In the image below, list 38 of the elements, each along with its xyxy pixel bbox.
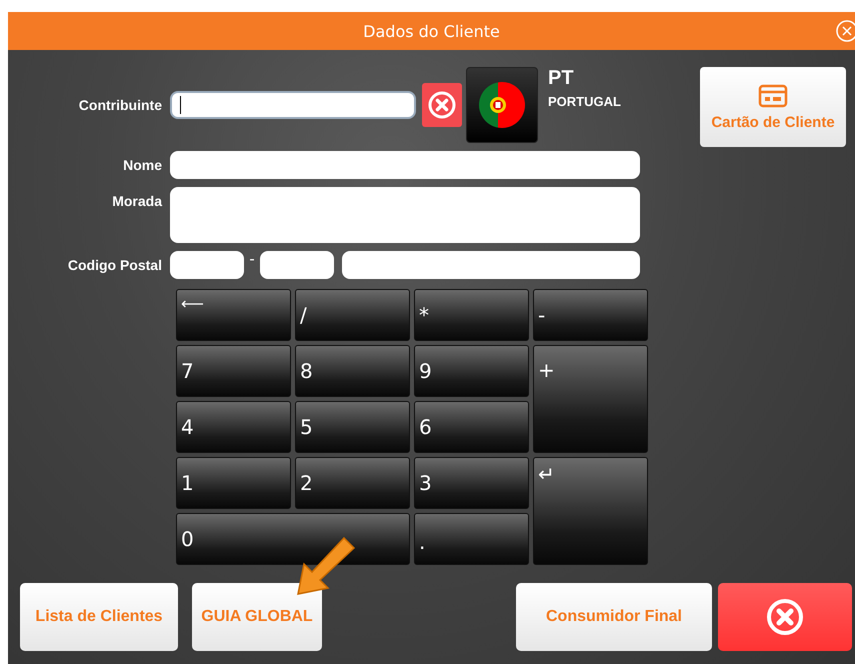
country-name: PORTUGAL [548,94,621,109]
field-label: Codigo Postal [66,256,163,273]
window-title: Dados do Cliente [363,22,500,40]
keypad-key[interactable]: 0 [176,513,410,565]
keypad-key[interactable]: 9 [414,345,529,397]
keypad-key[interactable]: 8 [295,345,410,397]
keypad-key[interactable]: 4 [176,401,291,453]
keypad-key[interactable]: 6 [414,401,529,453]
clear-icon [427,90,457,120]
field-label: Nome [122,156,163,173]
input-field[interactable] [170,151,640,179]
cancel-button[interactable] [718,583,852,651]
input-field[interactable] [342,251,640,279]
input-field[interactable] [260,251,334,279]
input-field[interactable] [170,251,244,279]
keypad-key[interactable]: + [533,345,648,453]
field-label: Morada [111,192,164,209]
close-icon [765,597,805,637]
input-field[interactable] [170,187,640,243]
country-code: PT [548,67,575,90]
keypad-key[interactable]: 7 [176,345,291,397]
close-icon[interactable] [835,19,855,43]
keypad-key[interactable]: ⟵ [176,289,291,341]
keypad-key[interactable]: 3 [414,457,529,509]
country-button[interactable] [466,67,538,143]
keypad-key[interactable]: - [533,289,648,341]
keypad-key[interactable]: * [414,289,529,341]
card-icon [758,84,788,108]
keypad-key[interactable]: 5 [295,401,410,453]
keypad-key[interactable]: 1 [176,457,291,509]
clear-button[interactable] [422,83,462,127]
keypad-key[interactable]: . [414,513,529,565]
keypad-key[interactable]: 2 [295,457,410,509]
keypad-key[interactable]: / [295,289,410,341]
separator-text: - [248,251,256,269]
field-label: Contribuinte [78,97,163,113]
input-field[interactable] [170,91,416,119]
keypad-key[interactable]: ↵ [533,457,648,565]
